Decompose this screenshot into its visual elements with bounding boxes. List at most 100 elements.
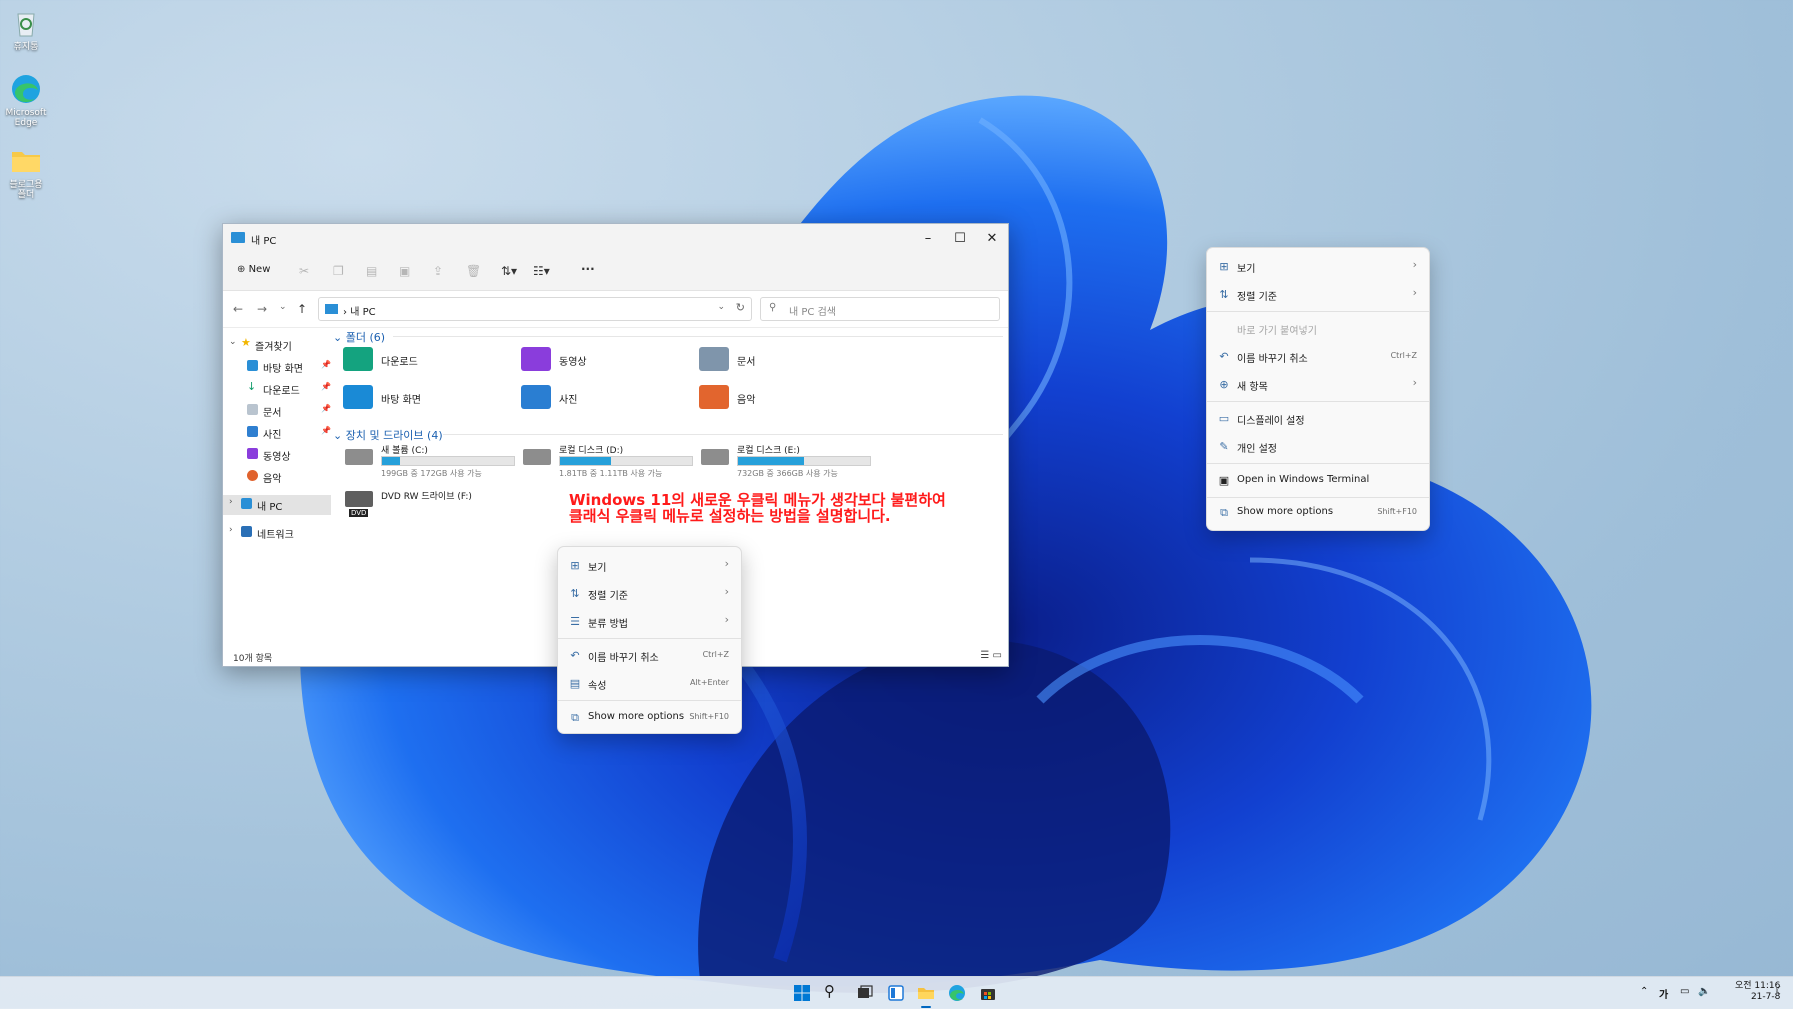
up-icon[interactable]: ↑ [297, 302, 307, 316]
start-button[interactable] [793, 984, 811, 1002]
pin-icon: 📌 [321, 382, 331, 391]
drive-e[interactable]: 로컬 디스크 (E:) 732GB 중 366GB 사용 가능 [701, 443, 871, 481]
network-icon[interactable]: ▭ [1680, 986, 1689, 997]
folder-icon [9, 144, 43, 178]
menu-item-properties[interactable]: ▤ 속성 Alt+Enter [564, 671, 735, 697]
new-button[interactable]: ⊕ New [237, 264, 270, 275]
drive-d[interactable]: 로컬 디스크 (D:) 1.81TB 중 1.11TB 사용 가능 [523, 443, 693, 481]
volume-icon[interactable]: 🔈 [1698, 986, 1710, 997]
store-icon[interactable] [979, 984, 997, 1002]
refresh-icon[interactable]: ↻ [736, 301, 745, 314]
folder-pictures[interactable]: 사진 [521, 385, 681, 415]
widgets-icon[interactable] [887, 984, 905, 1002]
chevron-right-icon: › [1412, 258, 1417, 271]
file-explorer-icon[interactable] [917, 984, 935, 1002]
menu-item-display-settings[interactable]: ▭ 디스플레이 설정 [1213, 406, 1423, 432]
file-context-menu: ⊞ 보기 › ⇅ 정렬 기준 › ☰ 분류 방법 › ↶ 이름 바꾸기 취소 C… [557, 546, 742, 734]
desktop-icon-folder[interactable]: 블로그용 폴더 [4, 144, 48, 200]
shortcut-label: Shift+F10 [1377, 507, 1417, 516]
document-icon [247, 404, 258, 415]
drive-name: 로컬 디스크 (D:) [559, 446, 624, 456]
sidebar-favorites[interactable]: ⌄ ★ 즐겨찾기 [223, 335, 331, 353]
edge-icon[interactable] [948, 984, 966, 1002]
sidebar-item-videos[interactable]: 동영상 [223, 445, 331, 463]
menu-item-open-terminal[interactable]: ▣ Open in Windows Terminal [1213, 468, 1423, 494]
forward-icon[interactable]: → [257, 302, 267, 316]
cut-icon[interactable]: ✂ [299, 264, 309, 278]
title-bar[interactable]: 내 PC – ☐ ✕ [223, 224, 1008, 254]
sort-icon[interactable]: ⇅▾ [501, 264, 517, 278]
drives-group-header[interactable]: ⌄ 장치 및 드라이브 (4) [333, 427, 443, 443]
clock[interactable]: 오전 11:16 21-7-8 [1735, 981, 1780, 1003]
task-view-icon[interactable] [856, 984, 874, 1002]
more-icon[interactable]: ··· [581, 262, 595, 276]
drive-stats: 1.81TB 중 1.11TB 사용 가능 [559, 469, 663, 478]
menu-item-view[interactable]: ⊞ 보기 › [1213, 254, 1423, 280]
delete-icon[interactable]: 🗑 [466, 264, 481, 278]
menu-item-undo-rename[interactable]: ↶ 이름 바꾸기 취소 Ctrl+Z [564, 643, 735, 669]
annotation-line-1: Windows 11의 새로운 우클릭 메뉴가 생각보다 불편하여 [569, 491, 946, 509]
menu-item-personalize[interactable]: ✎ 개인 설정 [1213, 434, 1423, 460]
details-view-icon[interactable]: ☰ [980, 650, 989, 661]
view-icon[interactable]: ☷▾ [533, 264, 550, 278]
sidebar-item-this-pc[interactable]: › 내 PC [223, 495, 331, 515]
menu-item-undo-rename[interactable]: ↶ 이름 바꾸기 취소 Ctrl+Z [1213, 344, 1423, 370]
share-icon[interactable]: ⇪ [433, 264, 443, 278]
sidebar-item-pictures[interactable]: 사진 📌 [223, 423, 331, 441]
minimize-button[interactable]: – [912, 224, 944, 254]
menu-item-show-more-options[interactable]: ⧉ Show more options Shift+F10 [564, 705, 735, 731]
menu-label: 속성 [588, 681, 607, 692]
notification-icon[interactable]: ☾ [1775, 986, 1784, 997]
menu-item-sort[interactable]: ⇅ 정렬 기준 › [1213, 282, 1423, 308]
menu-label: 정렬 기준 [1237, 292, 1277, 303]
plus-icon: ⊕ [237, 264, 246, 275]
ime-indicator[interactable]: 가 [1659, 986, 1668, 1001]
recent-dropdown-icon[interactable]: ⌄ [279, 302, 287, 312]
window-title: 내 PC [251, 236, 277, 247]
menu-item-view[interactable]: ⊞ 보기 › [564, 553, 735, 579]
drive-dvd[interactable]: DVD DVD RW 드라이브 (F:) [345, 485, 515, 523]
folder-music[interactable]: 음악 [699, 385, 859, 415]
sidebar-item-desktop[interactable]: 바탕 화면 📌 [223, 357, 331, 375]
sidebar-item-downloads[interactable]: ↓ 다운로드 📌 [223, 379, 331, 397]
menu-item-sort[interactable]: ⇅ 정렬 기준 › [564, 581, 735, 607]
folder-downloads[interactable]: 다운로드 [343, 347, 503, 377]
menu-label: Show more options [588, 711, 685, 722]
folder-documents[interactable]: 문서 [699, 347, 859, 377]
sidebar-item-network[interactable]: › 네트워크 [223, 523, 331, 541]
menu-item-group-by[interactable]: ☰ 분류 방법 › [564, 609, 735, 635]
address-bar[interactable]: › 내 PC ⌄ ↻ [318, 297, 752, 321]
folders-group-header[interactable]: ⌄ 폴더 (6) [333, 329, 385, 345]
paste-icon[interactable]: ▤ [366, 264, 377, 278]
close-button[interactable]: ✕ [976, 224, 1008, 254]
tiles-view-icon[interactable]: ▭ [993, 650, 1002, 661]
back-icon[interactable]: ← [233, 302, 243, 316]
sidebar-label: 문서 [263, 408, 282, 419]
desktop-icon-label: 휴지통 [13, 42, 39, 52]
menu-item-new[interactable]: ⊕ 새 항목 › [1213, 372, 1423, 398]
chevron-up-icon[interactable]: ⌃ [1640, 986, 1648, 997]
chevron-right-icon: › [724, 585, 729, 598]
desktop-icon-edge[interactable]: Microsoft Edge [4, 72, 48, 128]
search-placeholder: 내 PC 검색 [789, 307, 836, 318]
copy-icon[interactable]: ❐ [333, 264, 344, 278]
desktop-icon-recycle-bin[interactable]: 휴지통 [4, 6, 48, 52]
drive-name: 새 볼륨 (C:) [381, 446, 428, 456]
rename-icon[interactable]: ▣ [399, 264, 410, 278]
view-toggle[interactable]: ☰ ▭ [980, 650, 1002, 661]
drive-name: 로컬 디스크 (E:) [737, 446, 800, 456]
chevron-right-icon: › [229, 497, 233, 507]
list-icon: ☰ [570, 615, 580, 628]
drive-c[interactable]: 새 볼륨 (C:) 199GB 중 172GB 사용 가능 [345, 443, 515, 481]
search-icon[interactable]: ⚲ [824, 982, 842, 1000]
picture-icon [247, 426, 258, 437]
address-dropdown-icon[interactable]: ⌄ [717, 302, 725, 312]
sidebar-item-music[interactable]: 음악 [223, 467, 331, 485]
sidebar-item-documents[interactable]: 문서 📌 [223, 401, 331, 419]
menu-label: Open in Windows Terminal [1237, 474, 1370, 485]
maximize-button[interactable]: ☐ [944, 224, 976, 254]
menu-item-show-more-options[interactable]: ⧉ Show more options Shift+F10 [1213, 500, 1423, 526]
search-box[interactable]: ⚲ 내 PC 검색 [760, 297, 1000, 321]
folder-desktop[interactable]: 바탕 화면 [343, 385, 503, 415]
folder-videos[interactable]: 동영상 [521, 347, 681, 377]
